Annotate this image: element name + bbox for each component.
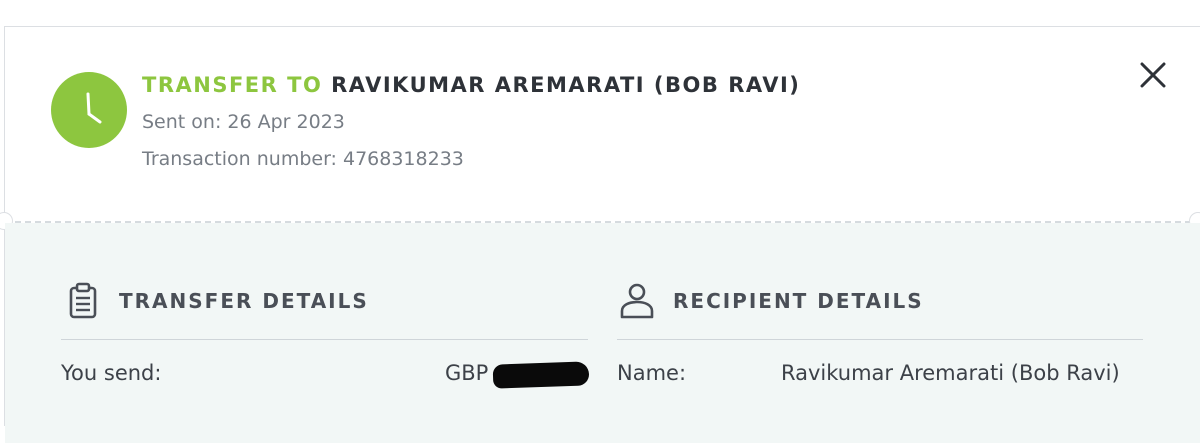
recipient-name-title: RAVIKUMAR AREMARATI (BOB RAVI)	[331, 73, 801, 97]
name-label: Name:	[617, 361, 687, 385]
person-icon	[620, 283, 654, 319]
close-icon[interactable]	[1137, 59, 1169, 91]
details-panel: TRANSFER DETAILS You send: GBP RECIPIENT…	[5, 223, 1200, 443]
title-prefix: TRANSFER TO	[142, 73, 323, 97]
clipboard-icon	[69, 282, 97, 319]
you-send-value: GBP	[445, 361, 489, 385]
transfer-details-heading: TRANSFER DETAILS	[63, 281, 369, 321]
you-send-label: You send:	[61, 361, 162, 385]
transfer-detail-card: TRANSFER TO RAVIKUMAR AREMARATI (BOB RAV…	[0, 26, 1200, 443]
sent-on-date: Sent on: 26 Apr 2023	[142, 111, 345, 133]
recipient-details-heading: RECIPIENT DETAILS	[617, 281, 924, 321]
transfer-header: TRANSFER TO RAVIKUMAR AREMARATI (BOB RAV…	[5, 27, 1200, 221]
transaction-number: Transaction number: 4768318233	[142, 148, 464, 170]
redaction-mark	[492, 361, 590, 389]
transfer-details-rule	[61, 339, 588, 340]
close-button[interactable]	[1137, 59, 1169, 91]
recipient-details-rule	[617, 339, 1143, 340]
transfer-title: TRANSFER TO RAVIKUMAR AREMARATI (BOB RAV…	[142, 73, 800, 97]
transfer-details-title: TRANSFER DETAILS	[119, 289, 369, 313]
name-value: Ravikumar Aremarati (Bob Ravi)	[781, 361, 1120, 385]
clock-icon	[51, 72, 127, 148]
recipient-details-title: RECIPIENT DETAILS	[673, 289, 924, 313]
